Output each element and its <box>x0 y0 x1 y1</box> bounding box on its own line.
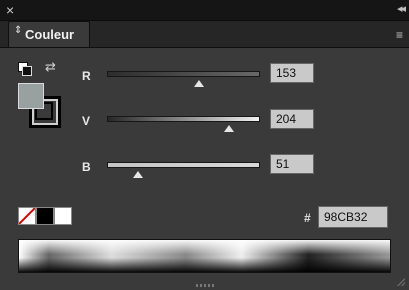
r-value-input[interactable]: 153 <box>270 63 314 83</box>
panel-title-strip: × ◂◂ <box>0 0 409 21</box>
hex-value-input[interactable]: 98CB32 <box>318 206 388 228</box>
r-slider-track[interactable] <box>107 71 260 77</box>
corner-resize-handle[interactable] <box>397 278 405 286</box>
color-panel: × ◂◂ ⇕ Couleur ≡ ⇄ R 153 V 204 B 51 # 98… <box>0 0 409 290</box>
v-value-input[interactable]: 204 <box>270 109 314 129</box>
white-swatch[interactable] <box>54 207 72 225</box>
color-spectrum-bar[interactable] <box>18 239 391 273</box>
close-icon[interactable]: × <box>6 1 14 19</box>
tab-couleur[interactable]: ⇕ Couleur <box>8 21 90 47</box>
collapse-icon[interactable]: ◂◂ <box>397 2 406 15</box>
v-label: V <box>82 114 91 128</box>
default-stroke-swatch <box>22 66 32 76</box>
b-slider-track[interactable] <box>107 162 260 168</box>
v-slider-thumb[interactable] <box>224 125 235 132</box>
b-value-input[interactable]: 51 <box>270 154 314 174</box>
swap-fill-stroke-icon[interactable]: ⇄ <box>45 59 56 75</box>
expand-arrows-icon[interactable]: ⇕ <box>14 26 22 36</box>
resize-grip[interactable] <box>196 284 216 287</box>
hex-prefix: # <box>304 211 311 225</box>
r-label: R <box>82 69 91 83</box>
tab-label: Couleur <box>25 27 75 42</box>
tab-bar: ⇕ Couleur ≡ <box>0 21 409 48</box>
none-color-swatch[interactable] <box>18 207 36 225</box>
default-colors-icon[interactable] <box>18 62 32 76</box>
r-slider-thumb[interactable] <box>193 80 204 87</box>
b-slider-thumb[interactable] <box>132 171 143 178</box>
black-swatch[interactable] <box>36 207 54 225</box>
v-slider-track[interactable] <box>107 116 260 122</box>
panel-menu-icon[interactable]: ≡ <box>396 28 403 42</box>
fill-swatch[interactable] <box>18 83 44 109</box>
b-label: B <box>82 160 91 174</box>
